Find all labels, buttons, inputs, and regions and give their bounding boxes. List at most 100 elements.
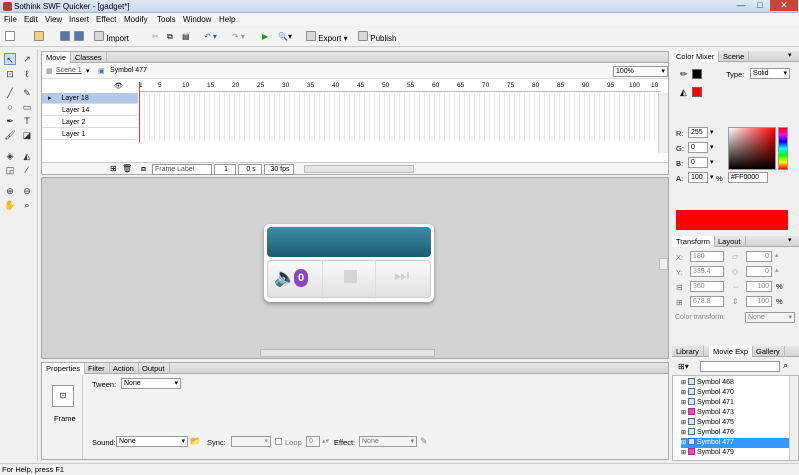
layer-row[interactable]: Layer 1 [42,129,138,140]
list-item[interactable]: ⊞ Symbol 477 [681,438,789,448]
list-item[interactable]: ⊞ Symbol 468 [681,378,789,388]
scale-h-input[interactable]: 100 [746,296,772,307]
arrow-tool-icon[interactable]: ↖ [4,53,16,65]
loop-stepper-icon[interactable]: ▴▾ [322,437,329,445]
zoom-in-icon[interactable]: ⊕ [4,185,16,197]
library-scrollbar[interactable] [789,376,798,460]
search-icon[interactable]: ⌕ [783,360,788,371]
color-transform-select[interactable]: None ▾ [745,312,795,323]
timeline-vscrollbar[interactable] [658,93,668,153]
close-button[interactable]: ✕ [770,0,798,11]
tab-gallery[interactable]: Gallery [752,346,785,357]
folder-icon[interactable]: 📂 [190,436,201,447]
stage-vscrollbar[interactable] [659,258,668,270]
panel-menu-icon[interactable]: ▾ [788,236,792,244]
paint-bucket-icon[interactable]: ◭ [21,150,33,162]
frame-grid[interactable] [139,93,659,141]
fill-swatch[interactable] [692,87,702,97]
tween-select[interactable]: None ▾ [121,378,181,389]
delete-layer-icon[interactable]: 🗑 [122,164,132,173]
library-view-icon[interactable]: ⊞▾ [678,362,689,371]
red-input[interactable]: 255 [688,127,708,138]
eyedropper-icon[interactable]: ⁄ [21,164,33,176]
tab-color-mixer[interactable]: Color Mixer [672,51,720,62]
menu-effect[interactable]: Effect [96,15,116,24]
edit-effect-icon[interactable]: ✎ [420,436,428,447]
tab-classes[interactable]: Classes [71,52,107,63]
rectangle-tool-icon[interactable]: ▭ [21,101,33,113]
frame-ruler[interactable]: 1 5 10 15 20 25 30 35 40 45 50 55 60 65 … [139,82,661,92]
undo-icon[interactable]: ↶ ▾ [204,31,217,43]
x-input[interactable]: 180 [690,251,724,262]
skew-h-input[interactable]: 0 [746,251,772,262]
alpha-dropdown-icon[interactable]: ▾ [710,173,714,181]
skew-h-stepper-icon[interactable]: ▴ [775,251,779,259]
green-input[interactable]: 0 [688,142,708,153]
zoom-tool-icon[interactable]: ⌕ [21,199,33,211]
play-icon[interactable]: ▶ [262,31,268,43]
playhead[interactable] [139,82,140,142]
menu-view[interactable]: View [45,15,62,24]
layer-name[interactable]: Layer 14 [42,107,89,114]
add-layer-icon[interactable]: ⊞ [110,164,117,173]
stop-icon[interactable] [344,270,357,283]
pen-tool-icon[interactable]: ✒ [4,115,16,127]
save-icon[interactable] [60,31,70,43]
import-button[interactable]: Import [94,31,129,43]
menu-help[interactable]: Help [219,15,235,24]
scale-w-input[interactable]: 100 [746,281,772,292]
red-dropdown-icon[interactable]: ▾ [710,128,714,136]
zoom-out-icon[interactable]: ⊖ [21,185,33,197]
panel-menu-icon[interactable]: ▾ [788,51,792,59]
list-item[interactable]: ⊞ Symbol 475 [681,418,789,428]
y-input[interactable]: 339.4 [690,266,724,277]
hand-tool-icon[interactable]: ✋ [4,199,16,211]
menu-window[interactable]: Window [183,15,211,24]
sync-select[interactable]: ▾ [231,436,271,447]
list-item[interactable]: ⊞ Symbol 471 [681,398,789,408]
color-picker-square[interactable] [728,127,776,170]
menu-modify[interactable]: Modify [124,15,148,24]
ink-bottle-icon[interactable]: ◈ [4,150,16,162]
export-button[interactable]: Export ▾ [306,31,348,43]
effect-select[interactable]: None ▾ [359,436,417,447]
blue-dropdown-icon[interactable]: ▾ [710,158,714,166]
scene-dropdown-icon[interactable]: ▾ [86,67,90,75]
subselect-tool-icon[interactable]: ↗ [21,53,33,65]
eye-icon[interactable]: 👁 [114,82,123,90]
layer-expand-icon[interactable]: ▸ [42,95,52,102]
timeline-hscrollbar[interactable] [304,165,414,173]
center-frame-icon[interactable]: ⧈ [141,164,146,174]
tab-layout[interactable]: Layout [714,236,746,247]
tab-movie-exp[interactable]: Movie Exp [709,346,754,357]
stage-canvas[interactable]: 🔈 0 ⏭ [41,177,669,359]
tab-output[interactable]: Output [138,363,170,374]
green-dropdown-icon[interactable]: ▾ [710,143,714,151]
text-tool-icon[interactable]: T [21,115,33,127]
tab-filter[interactable]: Filter [84,363,110,374]
zoom-select[interactable]: 100% ▾ [613,66,668,77]
tab-action[interactable]: Action [109,363,139,374]
layer-row[interactable]: Layer 2 [42,117,138,128]
blue-input[interactable]: 0 [688,157,708,168]
tab-library[interactable]: Library [672,346,704,357]
alpha-input[interactable]: 100 [688,172,708,183]
preview-icon[interactable]: 🔍▾ [278,31,292,43]
maximize-button[interactable]: □ [751,0,769,11]
layer-name[interactable]: Layer 18 [53,95,88,102]
layer-name[interactable]: Layer 1 [42,131,85,138]
sound-select[interactable]: None ▾ [116,436,188,447]
publish-button[interactable]: Publish [358,31,396,43]
copy-icon[interactable]: ⧉ [167,31,173,43]
fill-color-icon[interactable]: ◭ [680,87,687,98]
frame-label-field[interactable]: Frame Label [152,164,212,175]
eraser-tool-icon[interactable]: ◪ [21,129,33,141]
skew-v-input[interactable]: 0 [746,266,772,277]
list-item[interactable]: ⊞ Symbol 473 [681,408,789,418]
player-widget[interactable]: 🔈 0 ⏭ [264,224,434,302]
stage-hscrollbar[interactable] [260,349,435,357]
save-all-icon[interactable] [74,31,84,43]
layer-row[interactable]: ▸ Layer 18 [42,93,138,104]
pencil-tool-icon[interactable]: ✎ [21,87,33,99]
list-item[interactable]: ⊞ Symbol 476 [681,428,789,438]
